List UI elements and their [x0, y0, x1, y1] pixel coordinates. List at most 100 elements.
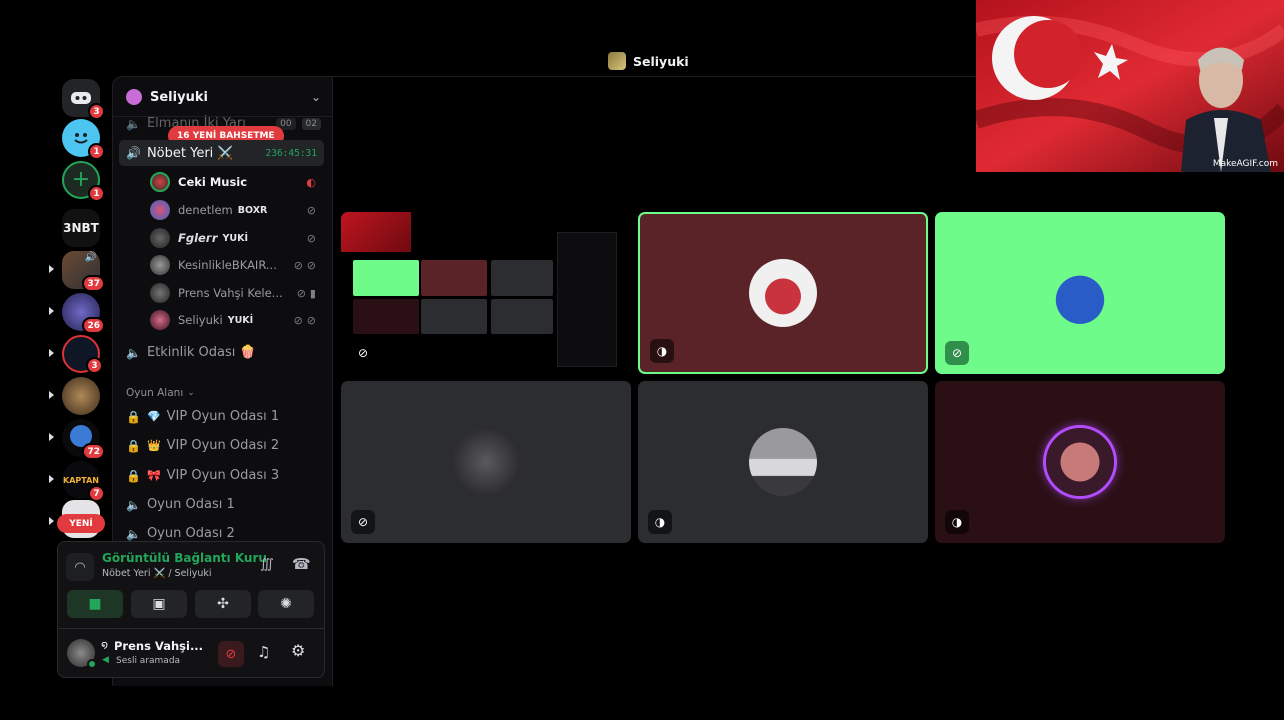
headphones-icon[interactable]: ♫ — [257, 643, 270, 661]
speaker-icon: 🔈 — [126, 526, 141, 541]
participant-tile[interactable]: ◑ — [638, 381, 928, 543]
participant-tile[interactable]: ⊘ — [935, 212, 1225, 374]
locked-voice-channel[interactable]: 🔒 👑 VIP Oyun Odası 2 — [126, 438, 279, 453]
muted-deafened-icons: ⊘⊘ — [293, 313, 320, 327]
soundboard-button[interactable]: ✺ — [258, 590, 314, 618]
participant-tile[interactable]: ◑ — [638, 212, 928, 374]
channel-name: VIP Oyun Odası 3 — [166, 468, 280, 483]
server-item-7[interactable]: 3 — [62, 335, 103, 374]
mic-muted-icon: ⊘ — [351, 510, 375, 534]
participant-avatar — [749, 428, 817, 496]
user-avatar[interactable] — [67, 639, 97, 669]
participant-avatar — [1046, 259, 1114, 327]
server-header[interactable]: Seliyuki ⌄ — [126, 86, 321, 108]
home-button[interactable]: 3 — [62, 79, 105, 120]
disconnect-icon[interactable]: ☎ — [292, 555, 311, 573]
server-item-5-badge: 37 — [82, 275, 105, 292]
ribbon-icon: 🎀 — [146, 469, 161, 482]
channel-name: Nöbet Yeri ⚔️ — [146, 145, 234, 161]
voice-user[interactable]: Fgleгr YUKİ ⊘ — [150, 226, 320, 250]
unread-indicator — [49, 475, 54, 483]
voice-user[interactable]: Seliyuki YUKİ ⊘⊘ — [150, 308, 320, 332]
active-voice-channel[interactable]: 🔊 Nöbet Yeri ⚔️ 236:45:31 — [119, 140, 324, 166]
event-channel[interactable]: 🔈 Etkinlik Odası 🍿 — [126, 345, 256, 360]
participant-tile[interactable]: ◑ — [935, 381, 1225, 543]
voice-user[interactable]: KesinlikleBKAIR... ⊘⊘ — [150, 253, 320, 277]
screen-share-button[interactable]: ▣ — [131, 590, 187, 618]
plus-icon: + — [71, 167, 91, 192]
share-thumb-purple — [353, 299, 419, 334]
voice-user[interactable]: Prens Vahşi Kele... ⊘▮ — [150, 281, 320, 305]
voice-status-icon: ◀ — [102, 655, 109, 665]
server-item-10[interactable]: KAPTAN 7 — [62, 461, 105, 502]
user-name: Ceki Music — [178, 175, 248, 189]
mute-button[interactable]: ⊘ — [218, 641, 244, 667]
panel-divider — [58, 628, 324, 629]
chevron-down-icon: ⌄ — [187, 388, 195, 398]
voice-status-title[interactable]: Görüntülü Bağlantı Kuru — [102, 551, 267, 565]
mic-muted-icon: ⊘ — [357, 346, 369, 360]
voice-channel[interactable]: 🔈 Oyun Odası 2 — [126, 526, 235, 541]
speaker-icon: 🔈 — [126, 345, 141, 360]
server-initials: 3NBT — [63, 221, 99, 235]
avatar — [150, 310, 170, 330]
participant-tile[interactable]: ⊘ — [341, 381, 631, 543]
user-name: Prens Vahşi Kele... — [178, 286, 283, 300]
chevron-down-icon: ⌄ — [310, 90, 321, 104]
category-header[interactable]: Oyun Alanı ⌄ — [126, 387, 195, 399]
server-item-5[interactable]: 🔊 37 — [62, 251, 105, 292]
new-servers-pill[interactable]: YENİ — [57, 514, 105, 533]
diamond-icon: 💎 — [146, 410, 161, 423]
server-item-2[interactable]: 1 — [62, 119, 105, 160]
soundboard-icon: ✺ — [280, 596, 292, 612]
gif-watermark: MakeAGIF.com — [1212, 159, 1278, 169]
server-item-10-label: KAPTAN — [63, 475, 99, 485]
mic-muted-icon: ⊘ — [225, 646, 237, 662]
voice-status-subtitle[interactable]: Nöbet Yeri ⚔️ / Seliyuki — [102, 568, 212, 579]
unread-indicator — [49, 391, 54, 399]
activities-button[interactable]: ✣ — [195, 590, 251, 618]
deafened-icon: ◑ — [650, 339, 674, 363]
online-status-dot — [87, 659, 97, 669]
voice-channel[interactable]: 🔈 Oyun Odası 1 — [126, 497, 235, 512]
camera-live-icon: ◐ — [306, 175, 320, 189]
noise-suppression-icon[interactable]: ∭ — [260, 557, 274, 572]
call-header: Seliyuki — [608, 52, 689, 70]
channel-name: Etkinlik Odası 🍿 — [146, 345, 256, 360]
avatar — [150, 283, 170, 303]
server-item-3nbt[interactable]: 3NBT — [62, 209, 100, 247]
lock-icon: 🔒 — [126, 468, 141, 483]
channel-timer: 236:45:31 — [265, 147, 317, 159]
muted-deafened-icons: ⊘⊘ — [293, 258, 320, 272]
avatar — [150, 172, 170, 192]
locked-voice-channel[interactable]: 🔒 🎀 VIP Oyun Odası 3 — [126, 468, 279, 483]
participant-avatar — [1046, 428, 1114, 496]
screen-share-tile[interactable]: ⊘ — [341, 212, 631, 374]
user-name: denetlem — [178, 203, 233, 217]
gear-icon[interactable]: ⚙ — [291, 641, 305, 660]
crown-icon: 👑 — [146, 439, 161, 452]
unread-indicator — [49, 517, 54, 525]
user-name: Seliyuki — [178, 313, 223, 327]
smile-icon — [74, 133, 88, 144]
voice-user[interactable]: denetlem BOXR ⊘ — [150, 198, 320, 222]
participant-avatar — [749, 259, 817, 327]
server-item-6[interactable]: 26 — [62, 293, 105, 334]
user-tag: YUKİ — [222, 232, 249, 244]
screen-share-icon: ▣ — [152, 596, 166, 612]
deafened-icon: ◑ — [945, 510, 969, 534]
camera-icon: ■ — [88, 596, 102, 612]
voice-user[interactable]: Ceki Music ◐ — [150, 170, 320, 194]
server-item-8[interactable] — [62, 377, 100, 415]
avatar — [150, 228, 170, 248]
user-panel-name[interactable]: Prens Vahşi... — [114, 639, 203, 653]
channel-name: Oyun Odası 1 — [146, 497, 235, 512]
locked-voice-channel[interactable]: 🔒 💎 VIP Oyun Odası 1 — [126, 409, 279, 424]
muted-camera-icons: ⊘▮ — [296, 286, 320, 300]
call-server-icon — [608, 52, 626, 70]
server-item-6-badge: 26 — [82, 317, 105, 334]
camera-button[interactable]: ■ — [67, 590, 123, 618]
server-item-9[interactable]: 72 — [62, 419, 105, 460]
add-server-button[interactable]: + 1 — [62, 161, 105, 202]
lock-icon: 🔒 — [126, 409, 141, 424]
